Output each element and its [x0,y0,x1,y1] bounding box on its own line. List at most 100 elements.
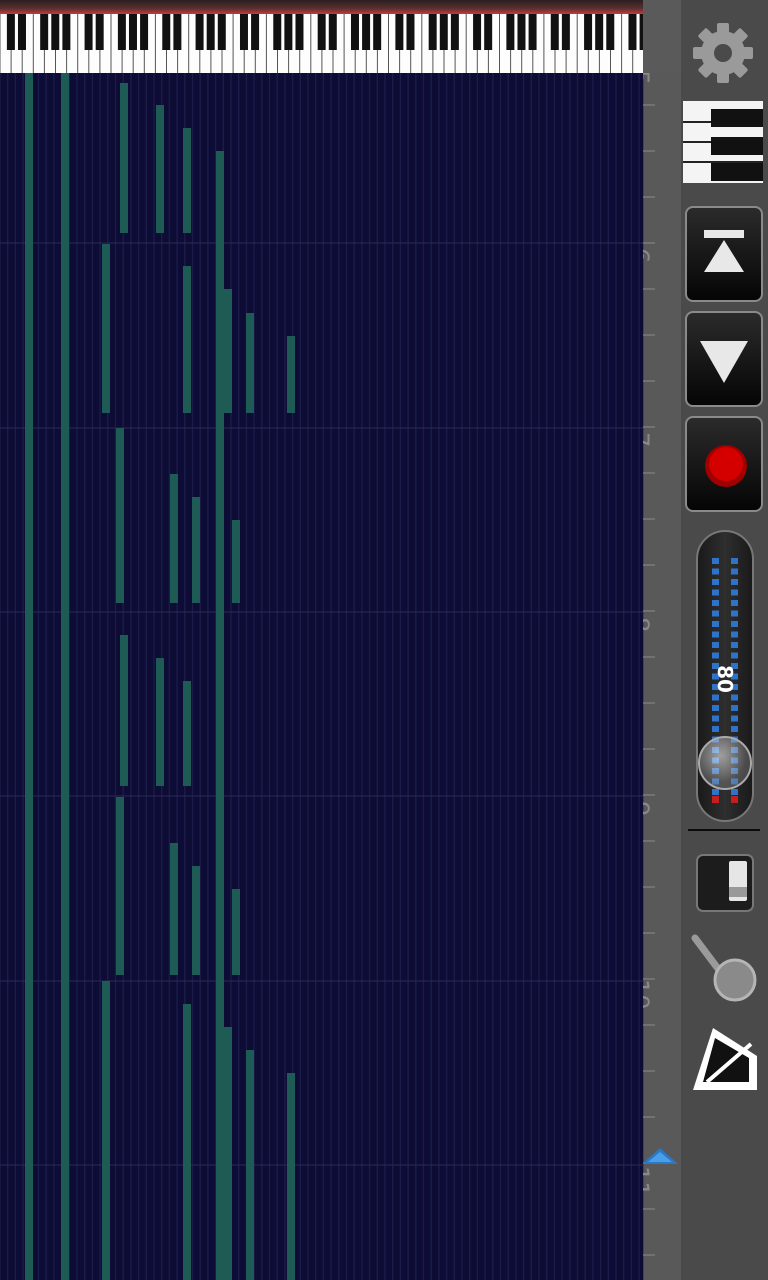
tempo-led [712,579,719,585]
tempo-led [731,558,738,564]
tempo-led [712,568,719,575]
black-key [51,14,60,50]
tempo-led [712,642,719,648]
tempo-led [712,631,719,638]
note-bar [183,266,191,413]
black-key [217,14,226,50]
tempo-led [712,694,719,701]
black-key [406,14,415,50]
note-bar [183,128,191,233]
black-key [317,14,326,50]
note-bar [246,313,254,413]
black-key [550,14,559,50]
black-key [328,14,337,50]
tempo-led [712,652,719,659]
black-key [561,14,570,50]
note-bar [102,981,110,1280]
note-bar [232,520,240,603]
black-key [350,14,359,50]
note-bar [120,83,128,233]
black-key [251,14,260,50]
tempo-value: 80 [713,665,737,693]
black-key [239,14,248,50]
piano-keys-icon[interactable] [683,101,763,183]
metronome-icon[interactable] [689,1022,761,1094]
tempo-slider-knob[interactable] [698,736,752,790]
tempo-led [731,621,738,627]
divider [688,829,760,831]
note-bar [156,105,164,233]
tempo-led [731,589,738,596]
black-key [473,14,482,50]
tempo-led [712,610,719,617]
piano-keyboard[interactable] [0,0,643,73]
tempo-led [731,600,738,606]
black-key [128,14,137,50]
tempo-led [731,610,738,617]
note-grid[interactable] [0,73,643,1280]
gear-icon[interactable] [690,20,756,86]
tempo-led [712,621,719,627]
note-bar [224,1027,232,1280]
black-key [95,14,104,50]
note-bar [183,1004,191,1280]
piano-roll-grid[interactable] [0,73,643,1280]
black-key [450,14,459,50]
tempo-led [731,715,738,722]
note-bar [120,635,128,786]
note-bar [25,73,33,1280]
tempo-led-red [731,796,738,803]
tempo-led [731,789,738,795]
black-key [6,14,15,50]
tempo-led-red [712,796,719,803]
tempo-led [712,715,719,722]
black-key [40,14,49,50]
measure-number: 8 [643,617,654,632]
play-button[interactable] [685,311,763,407]
timeline-ruler[interactable]: 5 6 7 8 9 10 11 [643,73,681,1280]
black-key [373,14,382,50]
black-key [295,14,304,50]
black-key [639,14,643,50]
tempo-led [712,705,719,711]
measure-number: 10 [643,979,654,1010]
record-icon [705,445,747,487]
note-bar [170,843,178,975]
black-key [140,14,149,50]
black-key [273,14,282,50]
tempo-slider[interactable]: 80 [696,530,754,822]
record-button[interactable] [685,416,763,512]
rewind-button[interactable] [685,206,763,302]
measure-number: 5 [643,73,654,85]
measure-number: 7 [643,432,654,447]
black-key [484,14,493,50]
black-key [117,14,126,50]
black-key [395,14,404,50]
tempo-led [731,694,738,701]
piano-keys[interactable] [0,14,643,73]
black-key [528,14,537,50]
note-bar [183,681,191,786]
tempo-led [712,589,719,596]
note-bar [216,151,224,1280]
tempo-led [731,726,738,732]
note-bar [102,244,110,413]
note-bar [116,428,124,603]
note-bar [287,1073,295,1280]
tempo-led [731,642,738,648]
note-bar [156,658,164,786]
black-key [439,14,448,50]
magnifier-icon[interactable] [689,932,761,1004]
note-bar [287,336,295,413]
skip-to-start-icon [704,230,744,272]
measure-number: 6 [643,248,654,263]
black-key [17,14,26,50]
note-bar [192,497,200,603]
black-key [62,14,71,50]
black-key [506,14,515,50]
note-bar [192,866,200,975]
black-key [173,14,182,50]
playhead-marker-icon[interactable] [643,1146,680,1166]
tempo-led [712,558,719,564]
floppy-disk-icon[interactable] [695,853,755,913]
